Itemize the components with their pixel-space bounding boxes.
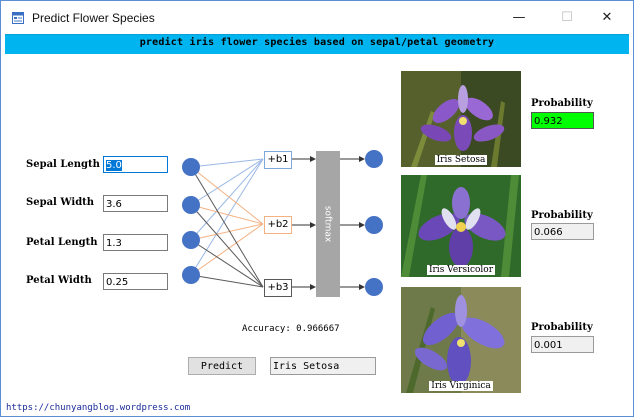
iris-versicolor-caption: Iris Versicolor xyxy=(426,265,496,275)
accuracy-label: Accuracy: 0.966667 xyxy=(242,324,340,334)
predict-button[interactable]: Predict xyxy=(188,357,256,375)
bias-to-softmax-arrows xyxy=(291,156,316,290)
input-node xyxy=(182,196,200,214)
bias-box-b2: +b2 xyxy=(264,216,292,234)
bias-box-b3: +b3 xyxy=(264,279,292,297)
iris-setosa-image: Iris Setosa xyxy=(401,71,521,167)
output-node xyxy=(365,150,383,168)
bias-box-b1: +b1 xyxy=(264,151,292,169)
prediction-result-field[interactable]: Iris Setosa xyxy=(270,357,376,375)
probability-virginica-field[interactable]: 0.001 xyxy=(531,336,594,353)
footer-link[interactable]: https://chunyangblog.wordpress.com xyxy=(6,403,190,413)
probability-label-setosa: Probability xyxy=(531,98,593,109)
connections-to-b3 xyxy=(190,166,264,288)
input-node xyxy=(182,266,200,284)
iris-setosa-caption: Iris Setosa xyxy=(434,155,488,165)
iris-virginica-caption: Iris Virginica xyxy=(429,381,493,391)
probability-versicolor-field[interactable]: 0.066 xyxy=(531,223,594,240)
iris-virginica-image: Iris Virginica xyxy=(401,287,521,393)
probability-setosa-field[interactable]: 0.932 xyxy=(531,112,594,129)
softmax-label: softmax xyxy=(323,206,333,243)
input-node xyxy=(182,158,200,176)
app-window: Predict Flower Species — ☐ ✕ predict iri… xyxy=(0,0,634,417)
probability-label-virginica: Probability xyxy=(531,322,593,333)
probability-label-versicolor: Probability xyxy=(531,210,593,221)
softmax-to-output-arrows xyxy=(340,156,365,290)
output-node xyxy=(365,216,383,234)
iris-versicolor-image: Iris Versicolor xyxy=(401,175,521,277)
input-node xyxy=(182,231,200,249)
connections-to-b2 xyxy=(190,166,264,276)
output-node xyxy=(365,278,383,296)
